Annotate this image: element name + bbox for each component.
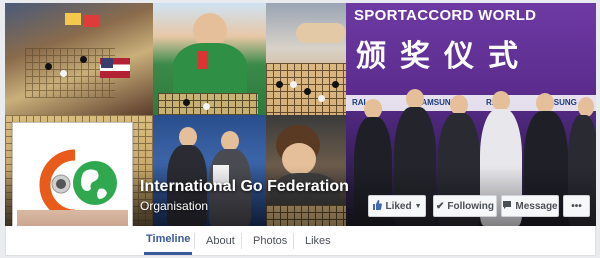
- liked-button[interactable]: Liked ▼: [368, 195, 426, 217]
- cover-banner-text: SPORTACCORD WORLD: [354, 7, 537, 24]
- cover-tile-go-boards-flags: [5, 3, 153, 115]
- page-category: Organisation: [140, 199, 209, 213]
- cover-tile-child-playing: [153, 3, 266, 115]
- caret-down-icon: ▼: [414, 202, 422, 210]
- tab-about[interactable]: About: [204, 226, 237, 255]
- tab-timeline[interactable]: Timeline: [144, 226, 193, 255]
- message-button[interactable]: Message: [501, 195, 559, 217]
- message-label: Message: [515, 200, 558, 212]
- liked-label: Liked: [385, 200, 412, 212]
- following-button[interactable]: ✔ Following: [433, 195, 497, 217]
- check-icon: ✔: [435, 200, 445, 212]
- tab-likes[interactable]: Likes: [303, 226, 333, 255]
- page-frame: SPORTACCORD WORLD 颁奖仪式 RAI SAMSUNG RAI S…: [0, 0, 600, 258]
- tab-photos[interactable]: Photos: [251, 226, 289, 255]
- sponsor-strip: RAI SAMSUNG RAI SAMSUNG: [346, 95, 596, 111]
- cover-chinese-text: 颁奖仪式: [356, 40, 532, 73]
- page-nav-bar: Timeline About Photos Likes: [5, 226, 596, 256]
- message-icon: [502, 200, 512, 213]
- page-title: International Go Federation: [140, 178, 349, 195]
- igf-logo: [17, 127, 128, 238]
- profile-picture[interactable]: [12, 122, 133, 243]
- cover-tile-board-closeup: [266, 3, 346, 115]
- more-button[interactable]: •••: [563, 195, 590, 217]
- thumbs-up-icon: [372, 199, 383, 213]
- following-label: Following: [447, 200, 495, 212]
- more-icon: •••: [571, 200, 582, 212]
